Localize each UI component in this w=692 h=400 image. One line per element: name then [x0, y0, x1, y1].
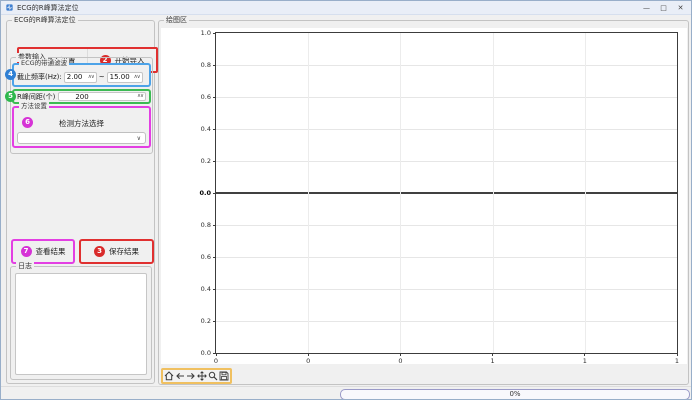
y-axis-tick: [213, 65, 216, 66]
progress-label: 0%: [509, 390, 520, 398]
y-tick-label: 0.4: [201, 285, 211, 293]
y-tick-label: 0.4: [201, 125, 211, 133]
y-tick-label: 0.2: [201, 317, 211, 325]
y-tick-label: 0.8: [201, 61, 211, 69]
rpeak-spacing-label: R峰间距(个): [17, 92, 55, 102]
y-axis-tick: [213, 321, 216, 322]
progress-bar: 0%: [340, 389, 690, 400]
plot-toolbar: [161, 368, 232, 384]
x-tick-label: 0: [214, 357, 218, 365]
x-tick-label: 1: [675, 357, 679, 365]
gridline-horizontal: [216, 161, 677, 162]
view-results-button[interactable]: 7 查看结果: [11, 239, 75, 264]
gridline-horizontal: [216, 129, 677, 130]
app-window: ECG的R峰算法定位 — □ ✕ ECG的R峰算法定位 1 导入设置 2 开始导…: [0, 0, 692, 400]
gridline-vertical: [308, 33, 309, 353]
gridline-vertical: [400, 33, 401, 353]
range-separator: ~: [99, 73, 105, 81]
y-tick-label: 0.6: [201, 93, 211, 101]
y-axis-tick: [213, 225, 216, 226]
gridline-horizontal: [216, 97, 677, 98]
step-badge-3: 3: [94, 246, 105, 257]
y-tick-label: 1.0: [201, 29, 211, 37]
spinner-up-down-icon[interactable]: ∧∨: [137, 91, 143, 102]
y-axis-tick: [213, 97, 216, 98]
plot-panel-group: 绘图区 1.00.80.60.40.20.00.80.60.40.20.0000…: [158, 20, 689, 385]
save-icon[interactable]: [219, 371, 229, 381]
app-icon: [6, 4, 13, 11]
x-axis-tick: [400, 353, 401, 356]
home-icon[interactable]: [164, 371, 174, 381]
y-axis-tick: [213, 193, 216, 194]
titlebar: ECG的R峰算法定位 — □ ✕: [1, 1, 691, 15]
step-badge-5: 5: [5, 91, 16, 102]
step-badge-4: 4: [5, 69, 16, 80]
y-tick-label: 0.0: [199, 189, 211, 197]
step-badge-7: 7: [21, 246, 32, 257]
rpeak-spacing-spinbox[interactable]: 200 ∧∨: [58, 92, 146, 101]
gridline-horizontal: [216, 257, 677, 258]
close-button[interactable]: ✕: [672, 1, 689, 15]
y-tick-label: 0.2: [201, 157, 211, 165]
x-axis-tick: [677, 353, 678, 356]
plot-panel-group-title: 绘图区: [164, 16, 189, 25]
x-axis-tick: [492, 353, 493, 356]
log-group: 日志: [10, 266, 152, 380]
left-panel-group-title: ECG的R峰算法定位: [12, 16, 78, 25]
gridline-horizontal: [216, 65, 677, 66]
gridline-vertical: [493, 33, 494, 353]
pan-icon[interactable]: [197, 371, 207, 381]
y-axis-tick: [213, 33, 216, 34]
zoom-icon[interactable]: [208, 371, 218, 381]
spinner-up-down-icon[interactable]: ∧∨: [88, 72, 94, 83]
save-results-button[interactable]: 3 保存结果: [79, 239, 154, 264]
y-axis-tick: [213, 161, 216, 162]
chevron-down-icon: ∨: [137, 135, 141, 142]
x-axis-tick: [584, 353, 585, 356]
gridline-horizontal: [216, 321, 677, 322]
subplot-boundary-line: [216, 192, 677, 194]
method-settings-group: 方法设置 6 检测方法选择 ∨: [12, 106, 151, 148]
y-axis-tick: [213, 129, 216, 130]
maximize-button[interactable]: □: [655, 1, 672, 15]
plot-area[interactable]: 1.00.80.60.40.20.00.80.60.40.20.0000111: [215, 32, 678, 354]
method-group-title: 方法设置: [19, 102, 49, 111]
x-tick-label: 1: [583, 357, 587, 365]
gridline-horizontal: [216, 225, 677, 226]
params-group: 参数输入 ECG的带通滤波 截止频率(Hz): 2.00 ∧∨ ~ 15.00 …: [10, 57, 153, 154]
low-cutoff-spinbox[interactable]: 2.00 ∧∨: [64, 72, 97, 83]
spinner-up-down-icon[interactable]: ∧∨: [134, 72, 140, 83]
log-group-title: 日志: [16, 262, 34, 271]
x-axis-tick: [308, 353, 309, 356]
x-tick-label: 0: [306, 357, 310, 365]
forward-arrow-icon[interactable]: [186, 371, 196, 381]
cutoff-frequency-label: 截止频率(Hz):: [17, 72, 62, 82]
statusbar: 0%: [1, 386, 692, 400]
left-panel-group: ECG的R峰算法定位 1 导入设置 2 开始导入 参数输入 ECG的带通滤波 截…: [6, 20, 155, 384]
y-tick-label: 0.8: [201, 221, 211, 229]
x-tick-label: 1: [491, 357, 495, 365]
x-axis-tick: [216, 353, 217, 356]
detection-method-label: 检测方法选择: [14, 118, 149, 129]
bandpass-filter-group: ECG的带通滤波 截止频率(Hz): 2.00 ∧∨ ~ 15.00 ∧∨: [12, 63, 151, 87]
log-textarea[interactable]: [15, 273, 147, 375]
y-tick-label: 0.0: [201, 349, 211, 357]
y-tick-label: 0.6: [201, 253, 211, 261]
x-tick-label: 0: [398, 357, 402, 365]
y-axis-tick: [213, 257, 216, 258]
bandpass-group-title: ECG的带通滤波: [19, 59, 69, 68]
y-axis-tick: [213, 289, 216, 290]
detection-method-dropdown[interactable]: ∨: [17, 132, 146, 144]
minimize-button[interactable]: —: [638, 1, 655, 15]
back-arrow-icon[interactable]: [175, 371, 185, 381]
gridline-horizontal: [216, 289, 677, 290]
gridline-vertical: [585, 33, 586, 353]
high-cutoff-spinbox[interactable]: 15.00 ∧∨: [107, 72, 143, 83]
window-title: ECG的R峰算法定位: [17, 3, 79, 13]
